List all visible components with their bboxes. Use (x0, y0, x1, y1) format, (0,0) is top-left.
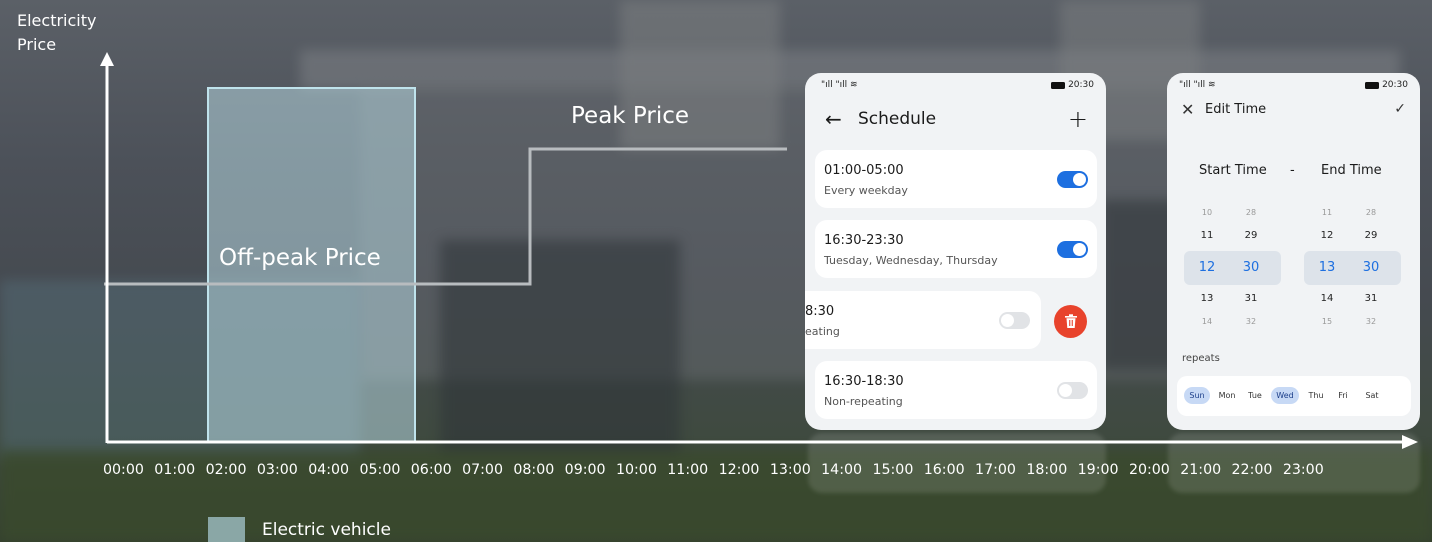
schedule-item[interactable]: 16:30-18:30 Non-repeating (815, 361, 1097, 419)
picker-value[interactable]: 11 (1192, 230, 1222, 241)
status-bar: "ıll "ıll ≋ 20:30 (1179, 78, 1408, 92)
peak-price-label: Peak Price (571, 103, 690, 129)
day-chip-tue[interactable]: Tue (1244, 387, 1266, 404)
delete-button[interactable] (1054, 305, 1087, 338)
trash-icon (1064, 314, 1077, 328)
day-chip-thu[interactable]: Thu (1305, 387, 1327, 404)
picker-value[interactable]: 30 (1236, 260, 1266, 275)
schedule-item-repeat: Non-repeating (824, 395, 903, 408)
edit-time-title: Edit Time (1205, 101, 1267, 117)
price-curve (104, 147, 787, 286)
x-tick-label: 05:00 (359, 462, 401, 478)
schedule-toggle[interactable] (1057, 241, 1088, 258)
x-tick-label: 01:00 (154, 462, 196, 478)
schedule-item-time: 16:30-23:30 (824, 233, 904, 248)
picker-value[interactable]: 15 (1312, 317, 1342, 326)
x-tick-label: 10:00 (615, 462, 657, 478)
picker-value[interactable]: 14 (1192, 317, 1222, 326)
x-tick-label: 06:00 (410, 462, 452, 478)
picker-value[interactable]: 29 (1236, 230, 1266, 241)
picker-value[interactable]: 32 (1236, 317, 1266, 326)
picker-value[interactable]: 13 (1192, 293, 1222, 304)
picker-value[interactable]: 14 (1312, 293, 1342, 304)
picker-value[interactable]: 31 (1356, 293, 1386, 304)
signal-wifi-icon: "ıll "ıll ≋ (1179, 80, 1216, 90)
status-time: 20:30 (1382, 80, 1408, 90)
day-chip-sat[interactable]: Sat (1361, 387, 1383, 404)
picker-value[interactable]: 30 (1356, 260, 1386, 275)
close-icon[interactable]: ✕ (1181, 100, 1205, 119)
schedule-item-repeat: Tuesday, Wednesday, Thursday (824, 254, 998, 267)
legend-label: Electric vehicle (262, 520, 391, 540)
x-axis-ticks: 00:00 01:00 02:00 03:00 04:00 05:00 06:00 07:00… (103, 462, 1334, 482)
picker-value[interactable]: 28 (1236, 208, 1266, 217)
schedule-item-time: 01:00-05:00 (824, 163, 904, 178)
picker-value[interactable]: 11 (1312, 208, 1342, 217)
battery-icon (1365, 81, 1380, 89)
day-chip-mon[interactable]: Mon (1215, 387, 1239, 404)
legend-swatch (208, 517, 245, 542)
schedule-item-time: 16:30-18:30 (824, 374, 904, 389)
day-selector: Sun Mon Tue Wed Thu Fri Sat (1177, 376, 1411, 416)
schedule-toggle[interactable] (1057, 382, 1088, 399)
x-tick-label: 02:00 (205, 462, 247, 478)
day-chip-fri[interactable]: Fri (1334, 387, 1352, 404)
picker-value[interactable]: 29 (1356, 230, 1386, 241)
schedule-toggle[interactable] (999, 312, 1030, 329)
x-tick-label: 11:00 (667, 462, 709, 478)
end-time-label: End Time (1321, 163, 1382, 178)
schedule-item-time: 8:30 (805, 304, 835, 319)
status-bar: "ıll "ıll ≋ 20:30 (821, 78, 1094, 92)
status-time: 20:30 (1068, 80, 1094, 90)
range-dash: - (1290, 163, 1295, 178)
edit-time-phone-screen: "ıll "ıll ≋ 20:30 ✕ Edit Time ✓ Start Ti… (1167, 73, 1420, 430)
schedule-title: Schedule (858, 109, 937, 129)
back-arrow-icon[interactable]: ← (825, 107, 858, 131)
picker-value[interactable]: 12 (1192, 260, 1222, 275)
schedule-toggle[interactable] (1057, 171, 1088, 188)
picker-value[interactable]: 31 (1236, 293, 1266, 304)
add-icon[interactable]: + (1068, 105, 1088, 133)
picker-value[interactable]: 10 (1192, 208, 1222, 217)
picker-value[interactable]: 12 (1312, 230, 1342, 241)
day-chip-sun[interactable]: Sun (1184, 387, 1210, 404)
x-tick-label: 04:00 (308, 462, 350, 478)
edit-time-header: ✕ Edit Time ✓ (1181, 98, 1406, 120)
repeats-label: repeats (1182, 353, 1220, 364)
x-tick-label: 12:00 (718, 462, 760, 478)
x-tick-label: 00:00 (103, 462, 144, 478)
schedule-header: ← Schedule + (825, 105, 1088, 133)
schedule-item[interactable]: 16:30-23:30 Tuesday, Wednesday, Thursday (815, 220, 1097, 278)
schedule-item-repeat: Every weekday (824, 184, 908, 197)
picker-value[interactable]: 32 (1356, 317, 1386, 326)
x-tick-label: 03:00 (256, 462, 298, 478)
x-tick-label: 07:00 (462, 462, 503, 478)
phone-reflection (1168, 433, 1420, 493)
schedule-item-repeat: eating (805, 325, 840, 338)
picker-value[interactable]: 13 (1312, 260, 1342, 275)
x-tick-label: 09:00 (564, 462, 606, 478)
battery-icon (1051, 81, 1066, 89)
schedule-item-swiped[interactable]: 8:30 eating (805, 291, 1041, 349)
schedule-item[interactable]: 01:00-05:00 Every weekday (815, 150, 1097, 208)
signal-wifi-icon: "ıll "ıll ≋ (821, 80, 858, 90)
x-tick-label: 08:00 (513, 462, 555, 478)
phone-reflection (808, 433, 1106, 493)
picker-value[interactable]: 28 (1356, 208, 1386, 217)
confirm-check-icon[interactable]: ✓ (1394, 101, 1406, 117)
y-axis-title: Electricity Price (17, 11, 97, 54)
start-time-label: Start Time (1199, 163, 1267, 178)
day-chip-wed[interactable]: Wed (1271, 387, 1299, 404)
schedule-phone-screen: "ıll "ıll ≋ 20:30 ← Schedule + 01:00-05:… (805, 73, 1106, 430)
offpeak-price-label: Off-peak Price (219, 245, 381, 271)
